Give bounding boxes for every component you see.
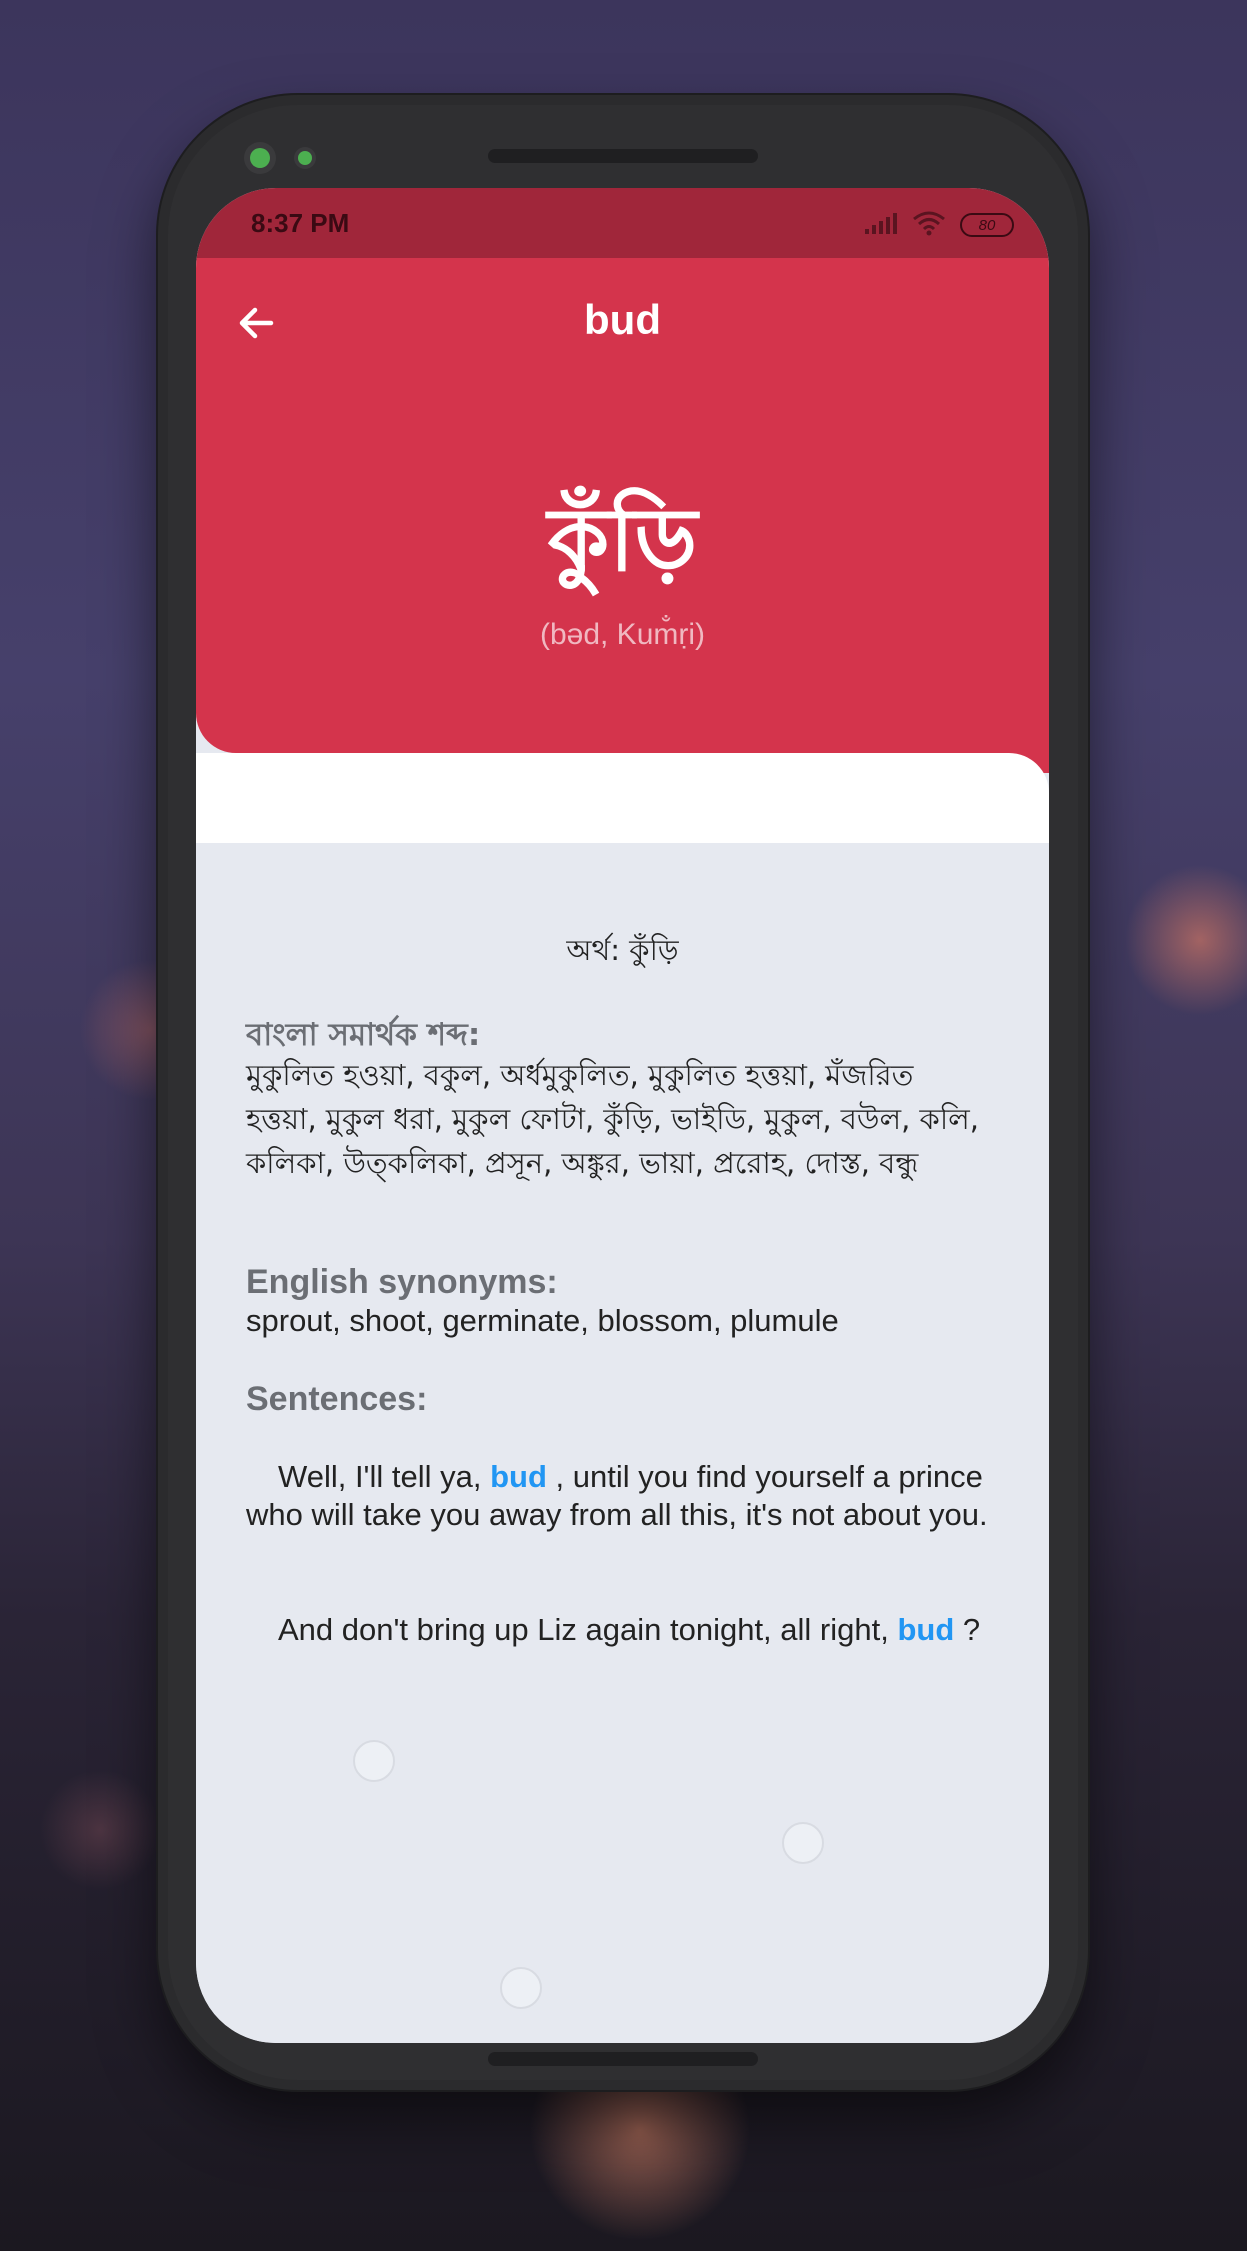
meaning-text: অর্থ: কুঁড়ি — [566, 933, 679, 967]
wifi-icon — [912, 210, 946, 240]
bangla-word: কুঁড়ি — [547, 488, 698, 591]
status-bar: 8:37 PM 80 — [196, 188, 1049, 258]
sentence-1-before: Well, I'll tell ya, — [278, 1459, 491, 1494]
app-screen: 8:37 PM 80 bud কুঁড়ি (bəd, Kum̐ṛi) অর্থ… — [196, 188, 1049, 2043]
decorative-circle — [353, 1740, 395, 1782]
sentence-1: Well, I'll tell ya, bud , until you find… — [246, 1458, 991, 1534]
bangla-synonyms-text: মুকুলিত হওয়া, বকুল, অর্ধমুকুলিত, মুকুলি… — [246, 1058, 979, 1180]
proximity-sensor — [298, 151, 312, 165]
status-icons: 80 — [864, 210, 1014, 240]
word-header: bud কুঁড়ি (bəd, Kum̐ṛi) — [196, 258, 1049, 753]
earpiece-speaker — [488, 149, 758, 163]
sentence-2-highlight: bud — [897, 1612, 955, 1647]
decorative-circle — [782, 1822, 824, 1864]
battery-icon: 80 — [960, 213, 1014, 237]
sentences-label: Sentences: — [246, 1380, 428, 1418]
front-camera — [250, 148, 270, 168]
sentence-2-before: And don't bring up Liz again tonight, al… — [278, 1612, 898, 1647]
pronunciation: (bəd, Kum̐ṛi) — [539, 618, 706, 651]
decorative-circle — [500, 1967, 542, 2009]
bottom-speaker — [488, 2052, 758, 2066]
sentence-1-highlight: bud — [490, 1459, 547, 1494]
english-synonyms-text: sprout, shoot, germinate, blossom, plumu… — [246, 1303, 839, 1338]
signal-icon — [864, 211, 898, 239]
content-panel: অর্থ: কুঁড়ি বাংলা সমার্থক শব্দ: মুকুলিত… — [196, 843, 1049, 2043]
sentence-2: And don't bring up Liz again tonight, al… — [246, 1611, 991, 1649]
sentence-2-after: ? — [954, 1612, 981, 1647]
separator — [196, 753, 1049, 843]
status-time: 8:37 PM — [251, 208, 350, 238]
page-title: bud — [584, 296, 661, 343]
english-synonyms-label: English synonyms: — [246, 1263, 558, 1301]
